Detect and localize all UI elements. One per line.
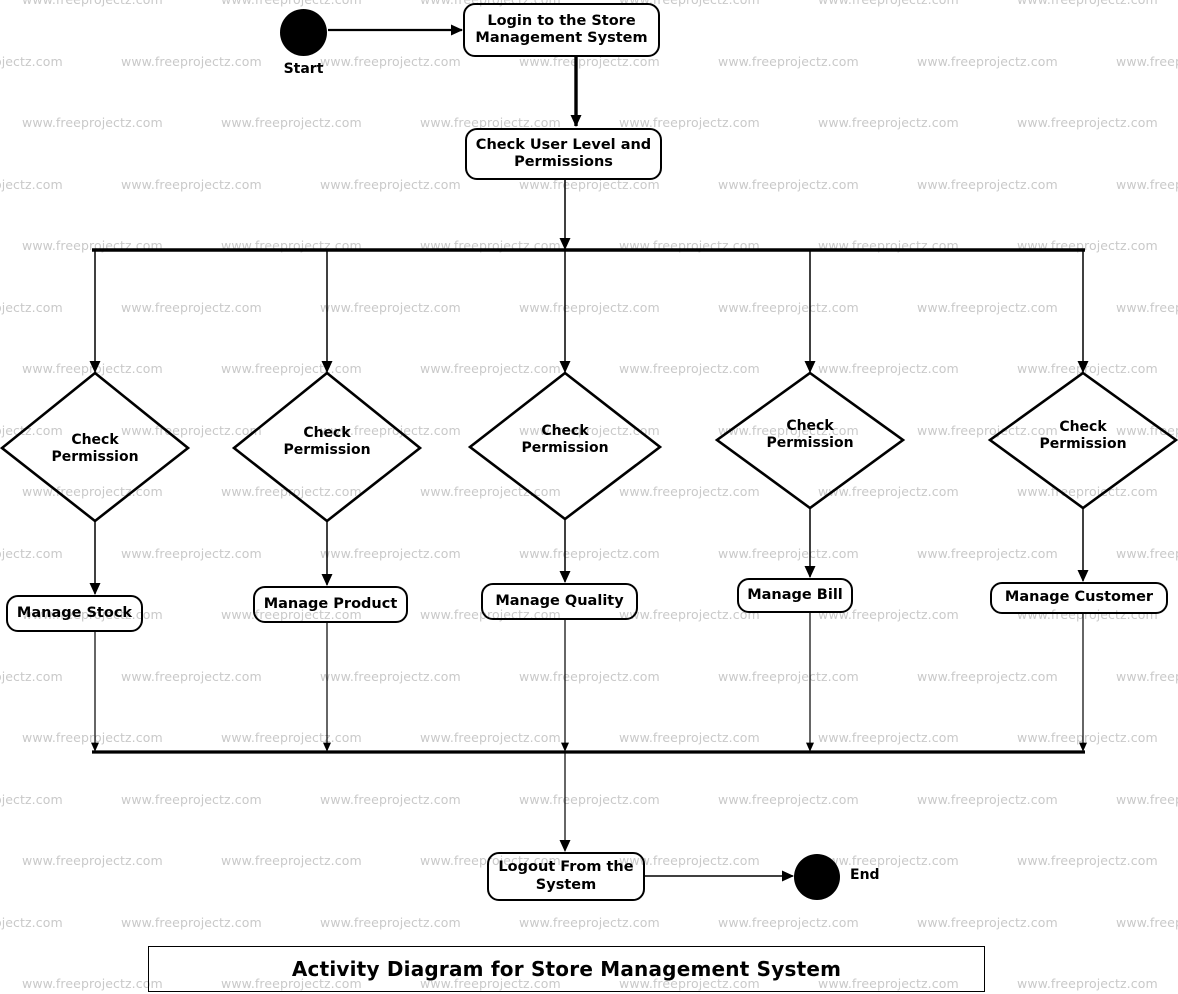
decision-label-5: Check Permission [1008, 419, 1158, 452]
activity-diagram-canvas: www.freeprojectz.comwww.freeprojectz.com… [0, 0, 1178, 994]
activity-manage-quality[interactable]: Manage Quality [481, 583, 638, 620]
decision-label-3-line1: Check Permission [521, 423, 609, 456]
start-label: Start [283, 61, 324, 77]
activity-manage-product[interactable]: Manage Product [253, 586, 408, 623]
activity-manage-bill-label: Manage Bill [747, 586, 843, 603]
activity-logout[interactable]: Logout From the System [487, 852, 645, 901]
diagram-layer: Start End Login to the Store Management … [0, 0, 1178, 994]
decision-label-3: Check Permission [490, 423, 640, 456]
decision-label-2-line1: Check Permission [283, 425, 371, 458]
diagram-title-bar: Activity Diagram for Store Management Sy… [148, 946, 985, 992]
activity-check-user-level[interactable]: Check User Level and Permissions [465, 128, 662, 180]
activity-manage-stock[interactable]: Manage Stock [6, 595, 143, 632]
activity-manage-quality-label: Manage Quality [495, 592, 624, 609]
activity-manage-stock-label: Manage Stock [16, 604, 133, 621]
start-node [280, 9, 327, 56]
decision-label-1-line1: Check Permission [51, 432, 139, 465]
activity-login-label: Login to the Store Management System [475, 12, 648, 46]
activity-logout-label: Logout From the System [498, 859, 634, 893]
diagram-title: Activity Diagram for Store Management Sy… [291, 957, 842, 981]
decision-label-4-line1: Check Permission [766, 418, 854, 451]
activity-check-user-level-label: Check User Level and Permissions [475, 136, 652, 170]
activity-manage-bill[interactable]: Manage Bill [737, 578, 853, 613]
activity-login[interactable]: Login to the Store Management System [463, 3, 660, 57]
end-node [794, 854, 840, 900]
activity-manage-customer[interactable]: Manage Customer [990, 582, 1168, 614]
decision-label-1: Check Permission [20, 432, 170, 465]
decision-label-5-line1: Check Permission [1039, 419, 1127, 452]
decision-label-2: Check Permission [252, 425, 402, 458]
end-label: End [850, 867, 880, 883]
activity-manage-product-label: Manage Product [263, 595, 398, 612]
decision-label-4: Check Permission [735, 418, 885, 451]
activity-manage-customer-label: Manage Customer [1004, 589, 1154, 606]
